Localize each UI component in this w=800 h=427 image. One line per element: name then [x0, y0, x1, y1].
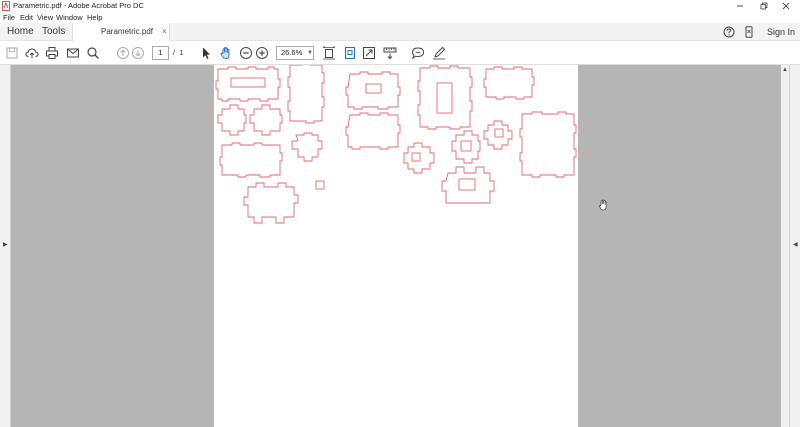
pen-icon [433, 46, 446, 60]
page-total: / 1 [173, 46, 183, 60]
fit-page-icon [322, 46, 336, 60]
hand-tool-button[interactable] [219, 46, 233, 60]
full-screen-icon [363, 47, 375, 59]
comment-button[interactable] [411, 46, 425, 60]
search-icon [87, 47, 99, 59]
acrobat-app-icon [2, 1, 10, 11]
total-pages: 1 [179, 48, 184, 57]
help-icon[interactable] [723, 26, 735, 38]
fit-page-button[interactable] [322, 46, 336, 60]
vertical-scrollbar[interactable]: ▲ [781, 65, 789, 427]
close-window-button[interactable] [772, 0, 800, 12]
chevron-down-icon: ▼ [307, 50, 313, 56]
menu-edit[interactable]: Edit [20, 12, 33, 23]
arrow-down-circle-icon [132, 47, 144, 59]
tab-bar: Home Tools Parametric.pdf × Sign In [0, 23, 800, 41]
menu-window[interactable]: Window [56, 12, 83, 23]
tab-tools[interactable]: Tools [42, 23, 65, 41]
email-button[interactable] [66, 46, 80, 60]
restore-icon [760, 2, 768, 10]
fill-sign-button[interactable] [432, 46, 446, 60]
next-page-button[interactable] [131, 46, 145, 60]
document-workspace[interactable]: ▶ ▲ ◀ [0, 65, 800, 427]
tab-home[interactable]: Home [7, 23, 34, 41]
document-tab-label: Parametric.pdf [101, 27, 154, 36]
scroll-up-arrow-icon[interactable]: ▲ [782, 67, 788, 73]
previous-page-button[interactable] [116, 46, 130, 60]
arrow-up-circle-icon [117, 47, 129, 59]
close-icon [782, 2, 790, 10]
full-screen-button[interactable] [362, 46, 376, 60]
parametric-shapes-drawing [215, 65, 577, 224]
mobile-icon[interactable] [743, 26, 755, 38]
cloud-upload-icon [25, 48, 39, 58]
save-button[interactable] [5, 46, 19, 60]
hand-cursor-icon [599, 199, 607, 211]
zoom-level-value: 26.6% [281, 48, 303, 57]
save-icon [6, 47, 18, 59]
page-number-input[interactable]: 1 [152, 46, 169, 60]
search-button[interactable] [86, 46, 100, 60]
zoom-in-button[interactable] [255, 46, 269, 60]
print-icon [46, 47, 58, 59]
upload-button[interactable] [25, 46, 39, 60]
menu-file[interactable]: File [3, 12, 15, 23]
zoom-out-button[interactable] [239, 46, 253, 60]
sign-in-link[interactable]: Sign In [767, 23, 795, 41]
main-toolbar: 1 / 1 26.6% ▼ [0, 41, 800, 65]
menu-help[interactable]: Help [87, 12, 102, 23]
chevron-left-icon: ◀ [793, 242, 798, 248]
hand-icon [220, 47, 230, 59]
document-tab[interactable]: Parametric.pdf × [72, 23, 170, 41]
title-bar: Parametric.pdf - Adobe Acrobat Pro DC [0, 0, 800, 12]
ruler-icon [383, 47, 397, 60]
menu-bar: File Edit View Window Help [0, 12, 800, 23]
minimize-icon [737, 5, 743, 7]
menu-view[interactable]: View [37, 12, 53, 23]
right-panel-toggle[interactable]: ◀ [789, 65, 800, 427]
zoom-level-select[interactable]: 26.6% ▼ [276, 46, 314, 60]
pdf-page[interactable] [214, 65, 578, 427]
left-panel-toggle[interactable]: ▶ [0, 65, 11, 427]
comment-icon [411, 47, 425, 60]
page-separator: / [173, 48, 176, 57]
print-button[interactable] [45, 46, 59, 60]
zoom-out-icon [240, 47, 252, 59]
scroll-mode-button[interactable] [343, 46, 357, 60]
chevron-right-icon: ▶ [3, 242, 8, 248]
document-tab-close-button[interactable]: × [162, 23, 167, 41]
envelope-icon [67, 48, 79, 58]
select-tool-button[interactable] [199, 46, 213, 60]
window-title: Parametric.pdf - Adobe Acrobat Pro DC [13, 1, 144, 10]
scroll-mode-icon [344, 46, 356, 60]
arrow-pointer-icon [203, 47, 210, 59]
zoom-in-icon [256, 47, 268, 59]
measure-tool-button[interactable] [383, 46, 397, 60]
